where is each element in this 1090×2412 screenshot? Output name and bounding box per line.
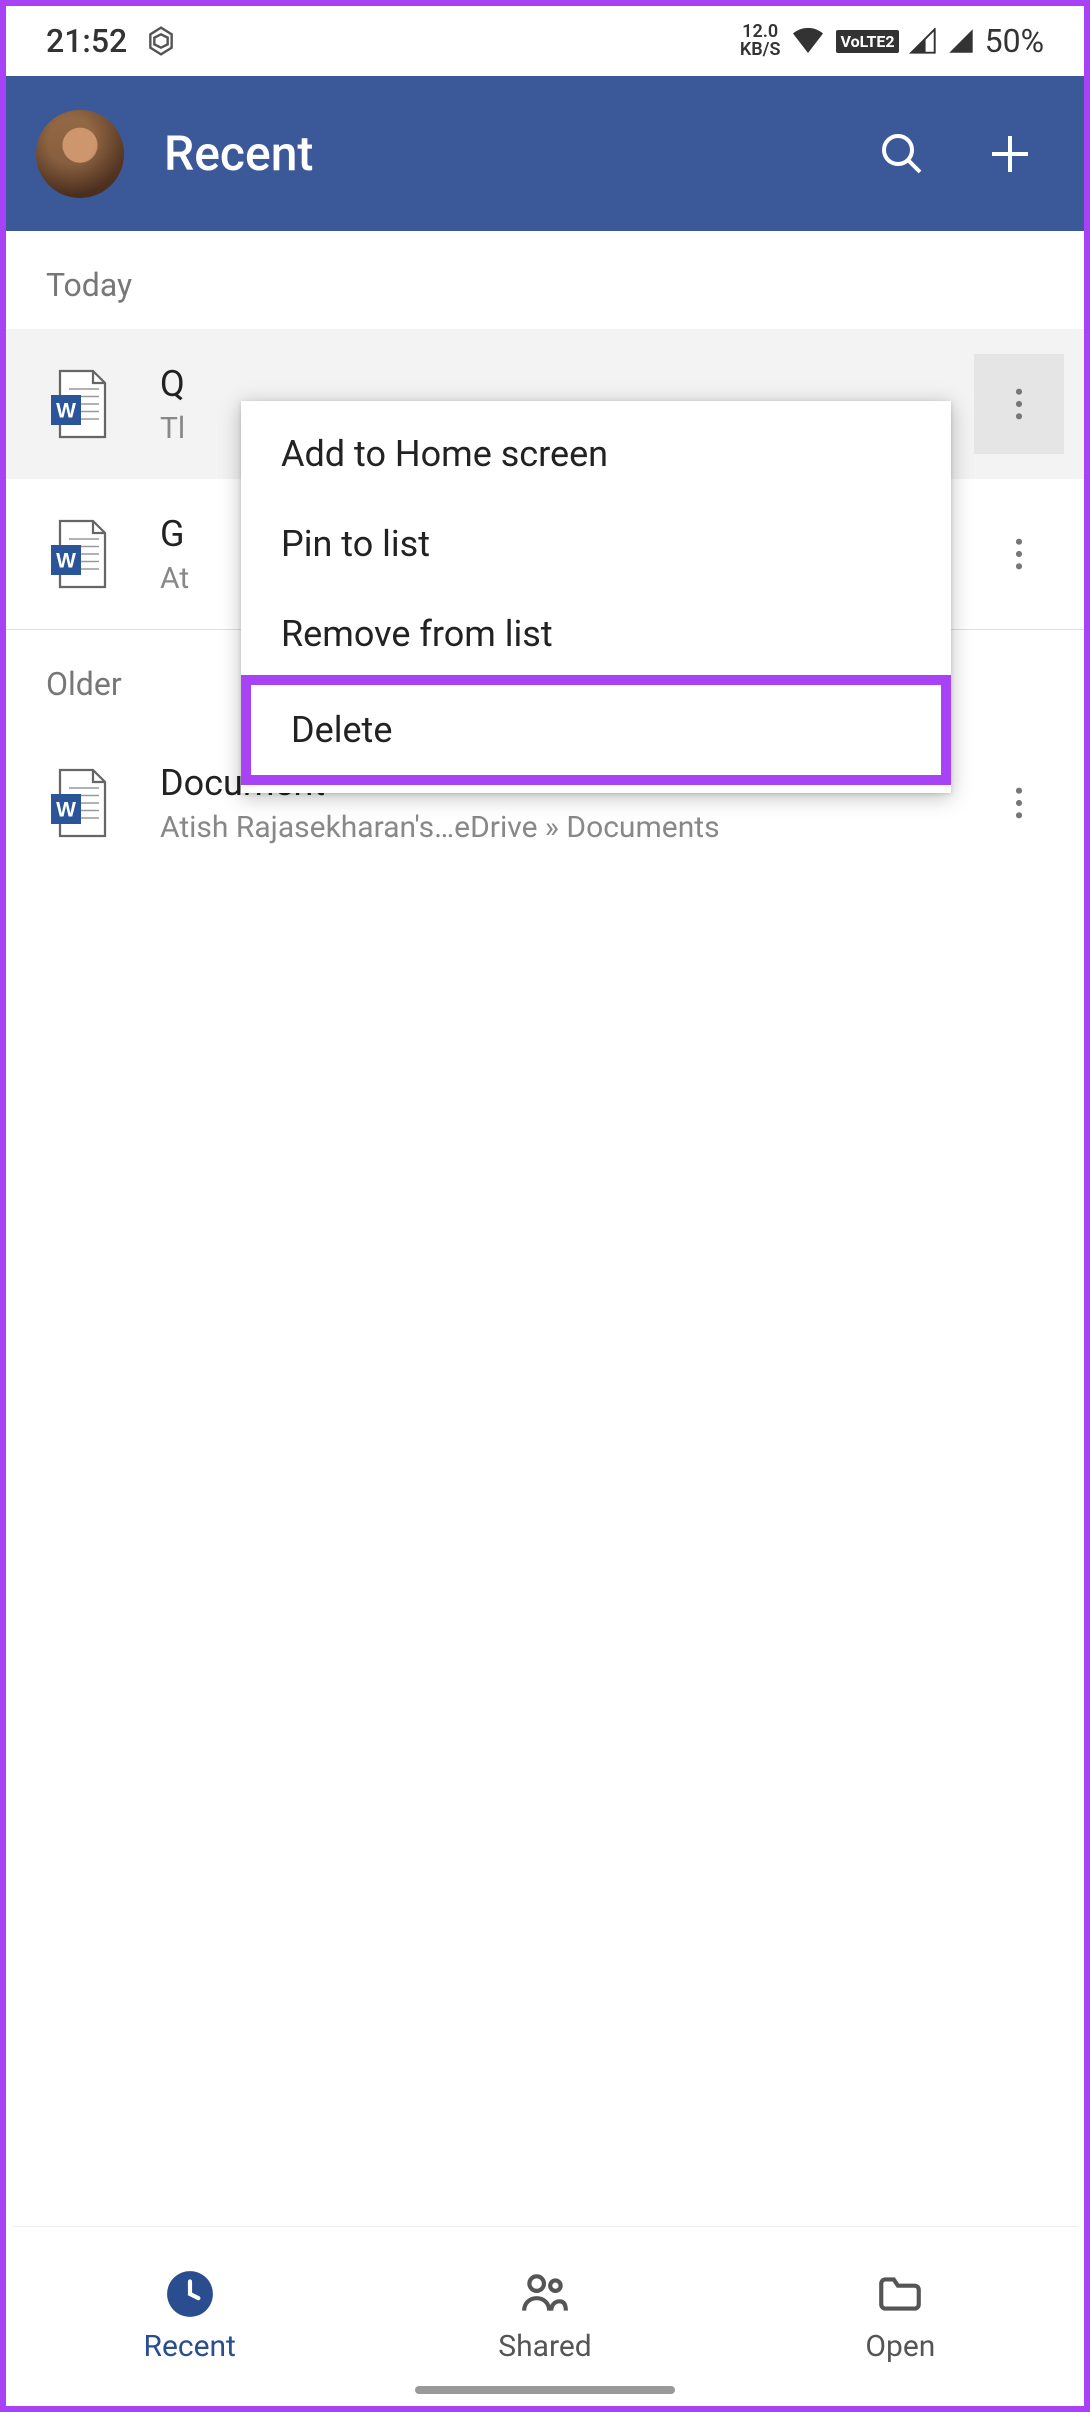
nav-label: Open — [865, 2329, 935, 2364]
signal-2-icon — [947, 28, 975, 54]
more-vertical-icon — [1015, 388, 1023, 420]
folder-icon — [875, 2269, 925, 2319]
nav-shared[interactable]: Shared — [367, 2227, 722, 2406]
clock-icon — [165, 2269, 215, 2319]
nav-recent[interactable]: Recent — [12, 2227, 367, 2406]
word-doc-icon: W — [46, 767, 110, 839]
menu-pin[interactable]: Pin to list — [241, 499, 951, 589]
clock: 21:52 — [46, 22, 127, 60]
svg-text:W: W — [56, 799, 76, 822]
hexagon-icon — [145, 25, 177, 57]
nav-label: Recent — [143, 2329, 235, 2364]
signal-1-icon — [909, 28, 937, 54]
search-icon[interactable] — [878, 130, 926, 178]
word-doc-icon: W — [46, 368, 110, 440]
avatar[interactable] — [36, 110, 124, 198]
context-menu: Add to Home screen Pin to list Remove fr… — [241, 401, 951, 793]
nav-open[interactable]: Open — [723, 2227, 1078, 2406]
menu-delete[interactable]: Delete — [241, 675, 951, 785]
wifi-icon — [790, 26, 826, 56]
more-vertical-icon — [1015, 538, 1023, 570]
file-title: Q — [160, 363, 974, 405]
app-bar: Recent — [6, 76, 1084, 231]
file-subtitle: Atish Rajasekharan's…eDrive » Documents — [160, 810, 974, 845]
status-left: 21:52 — [46, 22, 177, 60]
menu-add-home[interactable]: Add to Home screen — [241, 409, 951, 499]
people-icon — [520, 2269, 570, 2319]
menu-remove[interactable]: Remove from list — [241, 589, 951, 679]
word-doc-icon: W — [46, 518, 110, 590]
volte-badge: VoLTE2 — [836, 30, 898, 53]
status-bar: 21:52 12.0 KB/S VoLTE2 50% — [6, 6, 1084, 76]
more-button[interactable] — [974, 753, 1064, 853]
toolbar — [878, 130, 1034, 178]
status-right: 12.0 KB/S VoLTE2 50% — [740, 22, 1044, 60]
battery-percent: 50% — [985, 22, 1044, 60]
svg-text:W: W — [56, 400, 76, 423]
page-title: Recent — [164, 125, 878, 182]
section-today: Today — [6, 231, 1084, 329]
more-button[interactable] — [974, 354, 1064, 454]
nav-label: Shared — [498, 2329, 591, 2364]
net-speed: 12.0 KB/S — [740, 23, 781, 59]
svg-text:W: W — [56, 550, 76, 573]
more-button[interactable] — [974, 504, 1064, 604]
more-vertical-icon — [1015, 787, 1023, 819]
add-icon[interactable] — [986, 130, 1034, 178]
home-indicator[interactable] — [415, 2386, 675, 2394]
net-speed-unit: KB/S — [740, 41, 781, 59]
bottom-nav: Recent Shared Open — [12, 2226, 1078, 2406]
